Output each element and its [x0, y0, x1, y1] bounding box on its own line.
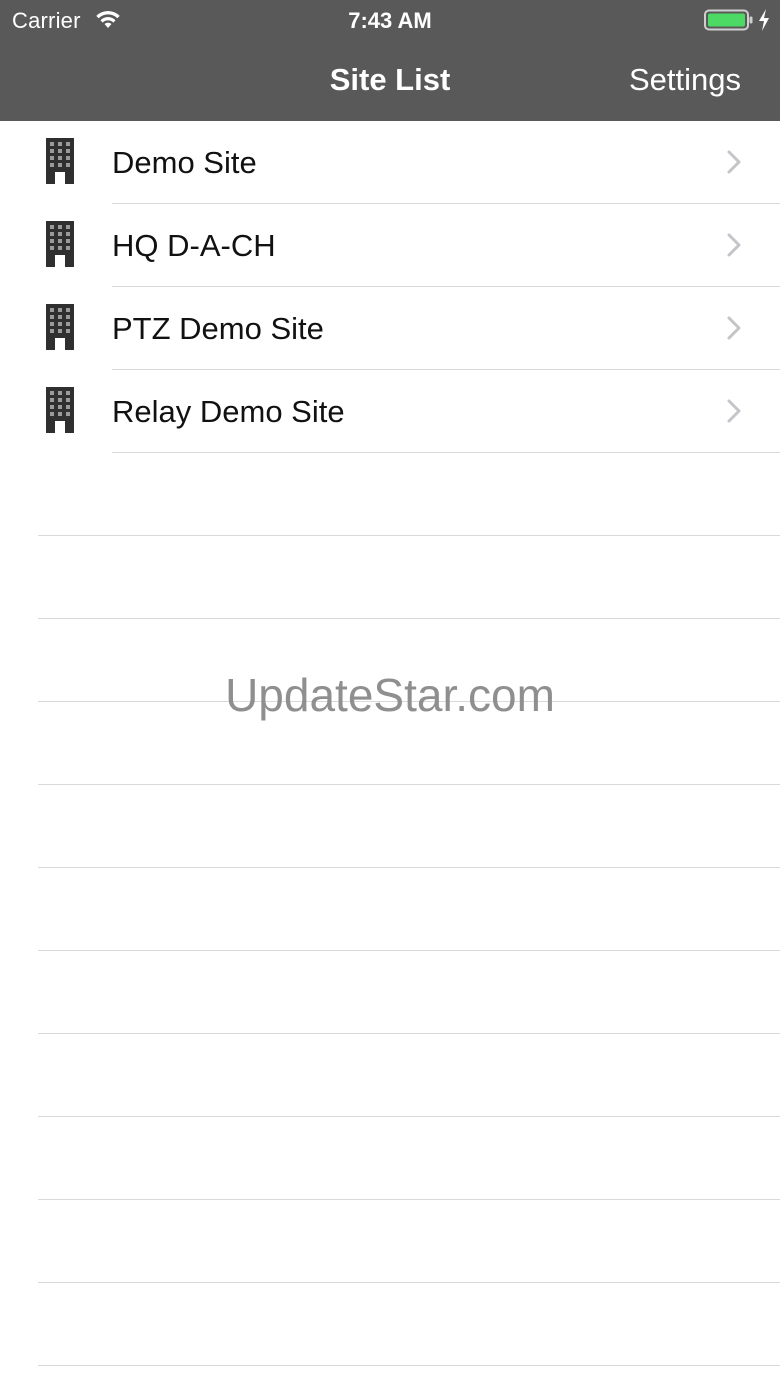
- building-icon: [46, 387, 74, 433]
- empty-row: [0, 785, 780, 868]
- empty-row: [0, 1034, 780, 1117]
- building-icon: [46, 221, 74, 267]
- site-row[interactable]: HQ D-A-CH: [0, 204, 780, 287]
- top-bar: Carrier 7:43 AM Site List Settings: [0, 0, 780, 121]
- site-name: PTZ Demo Site: [112, 311, 324, 346]
- settings-button[interactable]: Settings: [629, 62, 741, 98]
- empty-row: [0, 868, 780, 951]
- status-bar: Carrier 7:43 AM: [0, 0, 780, 40]
- site-name: Demo Site: [112, 145, 257, 180]
- site-name: HQ D-A-CH: [112, 228, 276, 263]
- site-list: Demo Site HQ D-A-CH PTZ Demo Site Relay …: [0, 121, 780, 453]
- empty-row: [0, 951, 780, 1034]
- empty-row: [0, 453, 780, 536]
- chevron-right-icon: [727, 316, 741, 340]
- site-row[interactable]: Demo Site: [0, 121, 780, 204]
- navigation-bar: Site List Settings: [0, 40, 780, 121]
- site-list-screen: Carrier 7:43 AM Site List Settings Demo …: [0, 0, 780, 1387]
- site-row[interactable]: Relay Demo Site: [0, 370, 780, 453]
- site-name: Relay Demo Site: [112, 394, 345, 429]
- battery-charging-icon: [704, 9, 753, 31]
- building-icon: [46, 138, 74, 184]
- empty-row: [0, 1117, 780, 1200]
- empty-row: [0, 1200, 780, 1283]
- empty-row: [0, 619, 780, 702]
- charging-bolt-icon: [759, 9, 769, 31]
- empty-table-rows: [0, 453, 780, 1366]
- chevron-right-icon: [727, 150, 741, 174]
- chevron-right-icon: [727, 233, 741, 257]
- empty-row: [0, 1283, 780, 1366]
- chevron-right-icon: [727, 399, 741, 423]
- empty-row: [0, 536, 780, 619]
- status-time: 7:43 AM: [348, 8, 432, 33]
- site-row[interactable]: PTZ Demo Site: [0, 287, 780, 370]
- row-separator: [38, 1365, 780, 1366]
- building-icon: [46, 304, 74, 350]
- empty-row: [0, 702, 780, 785]
